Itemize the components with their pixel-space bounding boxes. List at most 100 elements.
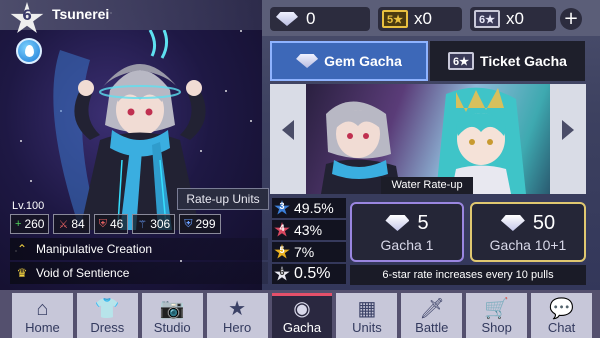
sword-icon: ⚔ bbox=[58, 218, 69, 231]
stat-value: 260 bbox=[24, 217, 45, 231]
nav-item-studio[interactable]: 📷 Studio bbox=[141, 293, 203, 338]
rate-row: 3 49.5% bbox=[272, 198, 346, 218]
pity-note: 6-star rate increases every 10 pulls bbox=[350, 265, 586, 285]
gacha-10-label: Gacha 10+1 bbox=[489, 236, 567, 253]
nav-label: Shop bbox=[481, 320, 512, 335]
rate-value: 0.5% bbox=[294, 265, 331, 282]
rate-row: 6 0.5% bbox=[272, 264, 346, 284]
shield-icon: ⛨ bbox=[98, 217, 107, 230]
character-name: Tsunerei bbox=[52, 6, 110, 22]
rate-row: 5 7% bbox=[272, 242, 346, 262]
nav-item-dress[interactable]: 👕 Dress bbox=[76, 293, 138, 338]
nav-label: Gacha bbox=[282, 320, 322, 335]
ticket-icon: 6★ bbox=[448, 52, 475, 70]
gacha-banner: Water Rate-up bbox=[270, 84, 586, 194]
gem-counter: 0 bbox=[270, 7, 370, 31]
wand-icon: ⚚ bbox=[137, 218, 148, 231]
star-decoration bbox=[30, 180, 32, 182]
tab-gem-gacha-label: Gem Gacha bbox=[324, 53, 402, 69]
skill-label: Manipulative Creation bbox=[36, 242, 153, 256]
skill-item[interactable]: ⌃ Manipulative Creation bbox=[10, 238, 268, 260]
ticket6-icon: 6★ bbox=[474, 10, 500, 28]
star-icon: ★ bbox=[228, 298, 247, 320]
crown-icon: ♛ bbox=[16, 266, 28, 280]
orb-icon: ◉ bbox=[293, 298, 311, 320]
rateup-units-button[interactable]: Rate-up Units bbox=[177, 188, 269, 210]
shirt-icon: 👕 bbox=[94, 298, 120, 320]
rarity-value: 6 bbox=[22, 8, 32, 24]
nav-item-hero[interactable]: ★ Hero bbox=[206, 293, 268, 338]
nav-label: Home bbox=[25, 320, 60, 335]
water-element-icon bbox=[16, 38, 42, 64]
gacha-1-cost: 5 bbox=[417, 211, 429, 234]
stat-sword: ⚔ 84 bbox=[53, 214, 90, 234]
rarity-star-icon: 3 bbox=[274, 200, 290, 216]
rate-star-value: 3 bbox=[279, 201, 285, 211]
rate-row: 4 43% bbox=[272, 220, 346, 240]
gacha-10-cost: 50 bbox=[532, 211, 556, 234]
bottom-nav: ⌂ Home 👕 Dress 📷 Studio ★ Hero ◉ Gacha ▦ Units 🗡 Batt… bbox=[0, 290, 600, 338]
tab-ticket-gacha-label: Ticket Gacha bbox=[480, 53, 567, 69]
gem-icon bbox=[296, 54, 319, 68]
nav-label: Battle bbox=[415, 320, 449, 335]
gacha-1-label: Gacha 1 bbox=[380, 236, 434, 253]
stat-plus: +260 bbox=[10, 214, 50, 234]
nav-label: Dress bbox=[90, 320, 125, 335]
nav-item-home[interactable]: ⌂ Home bbox=[12, 293, 73, 338]
stat-magic-shield: ⛨ 299 bbox=[179, 214, 221, 234]
skill-list: ⌃ Manipulative Creation ♛ Void of Sentience bbox=[10, 238, 268, 286]
tab-gem-gacha[interactable]: Gem Gacha bbox=[270, 41, 428, 81]
cart-icon: 🛒 bbox=[484, 298, 510, 320]
gacha-1-button[interactable]: 5 Gacha 1 bbox=[350, 202, 464, 262]
star-decoration bbox=[20, 140, 22, 142]
magic-shield-icon: ⛨ bbox=[184, 217, 193, 230]
rate-value: 43% bbox=[294, 222, 323, 238]
add-currency-button[interactable]: + bbox=[560, 8, 582, 30]
sword-icon: 🗡 bbox=[419, 298, 445, 320]
nav-label: Studio bbox=[153, 320, 191, 335]
rate-star-value: 6 bbox=[279, 267, 285, 277]
banner-caption: Water Rate-up bbox=[381, 177, 473, 194]
stat-value: 84 bbox=[71, 217, 85, 231]
nav-item-gacha[interactable]: ◉ Gacha bbox=[271, 293, 333, 338]
star-decoration bbox=[250, 120, 252, 122]
nav-label: Hero bbox=[223, 320, 252, 335]
chevron-up-icon: ⌃ bbox=[16, 242, 28, 256]
gem-icon bbox=[276, 12, 298, 26]
tab-ticket-gacha[interactable]: 6★ Ticket Gacha bbox=[430, 41, 585, 81]
nav-item-chat[interactable]: 💬 Chat bbox=[531, 293, 593, 338]
character-level: Lv.100 bbox=[12, 200, 45, 212]
character-stats: +260 ⚔ 84 ⛨ 46 ⚚ 306 ⛨ 299 bbox=[10, 214, 221, 234]
banner-prev-button[interactable] bbox=[282, 120, 294, 140]
gem-count: 0 bbox=[306, 9, 316, 28]
ticket5-count: x0 bbox=[413, 9, 432, 28]
nav-label: Chat bbox=[547, 320, 576, 335]
nav-item-units[interactable]: ▦ Units bbox=[336, 293, 398, 338]
rate-value: 49.5% bbox=[294, 200, 334, 216]
banner-next-button[interactable] bbox=[562, 120, 574, 140]
chat-icon: 💬 bbox=[549, 298, 575, 320]
nav-item-shop[interactable]: 🛒 Shop bbox=[466, 293, 528, 338]
gem-icon bbox=[385, 215, 410, 231]
ticket5-icon: 5★ bbox=[382, 10, 408, 28]
nav-item-battle[interactable]: 🗡 Battle bbox=[401, 293, 463, 338]
nav-label: Units bbox=[352, 320, 382, 335]
gacha-10-button[interactable]: 50 Gacha 10+1 bbox=[470, 202, 586, 262]
stat-value: 299 bbox=[195, 217, 216, 231]
camera-icon: 📷 bbox=[159, 298, 185, 320]
rarity-star-icon: 5 bbox=[274, 244, 290, 260]
home-icon: ⌂ bbox=[36, 298, 49, 320]
ticket6-counter: 6★ x0 bbox=[470, 7, 556, 31]
ticket5-counter: 5★ x0 bbox=[378, 7, 462, 31]
skill-label: Void of Sentience bbox=[36, 266, 130, 280]
grid-icon: ▦ bbox=[357, 298, 377, 320]
rate-star-value: 4 bbox=[279, 223, 285, 233]
plus-icon: + bbox=[15, 218, 22, 230]
gem-icon bbox=[500, 215, 525, 231]
rate-value: 7% bbox=[294, 244, 315, 260]
rate-list: 3 49.5% 4 43% 5 7% 6 0.5% bbox=[272, 198, 346, 286]
rate-star-value: 5 bbox=[279, 245, 285, 255]
stat-wand: ⚚ 306 bbox=[132, 214, 176, 234]
skill-item[interactable]: ♛ Void of Sentience bbox=[10, 262, 268, 284]
stat-value: 46 bbox=[109, 217, 124, 231]
